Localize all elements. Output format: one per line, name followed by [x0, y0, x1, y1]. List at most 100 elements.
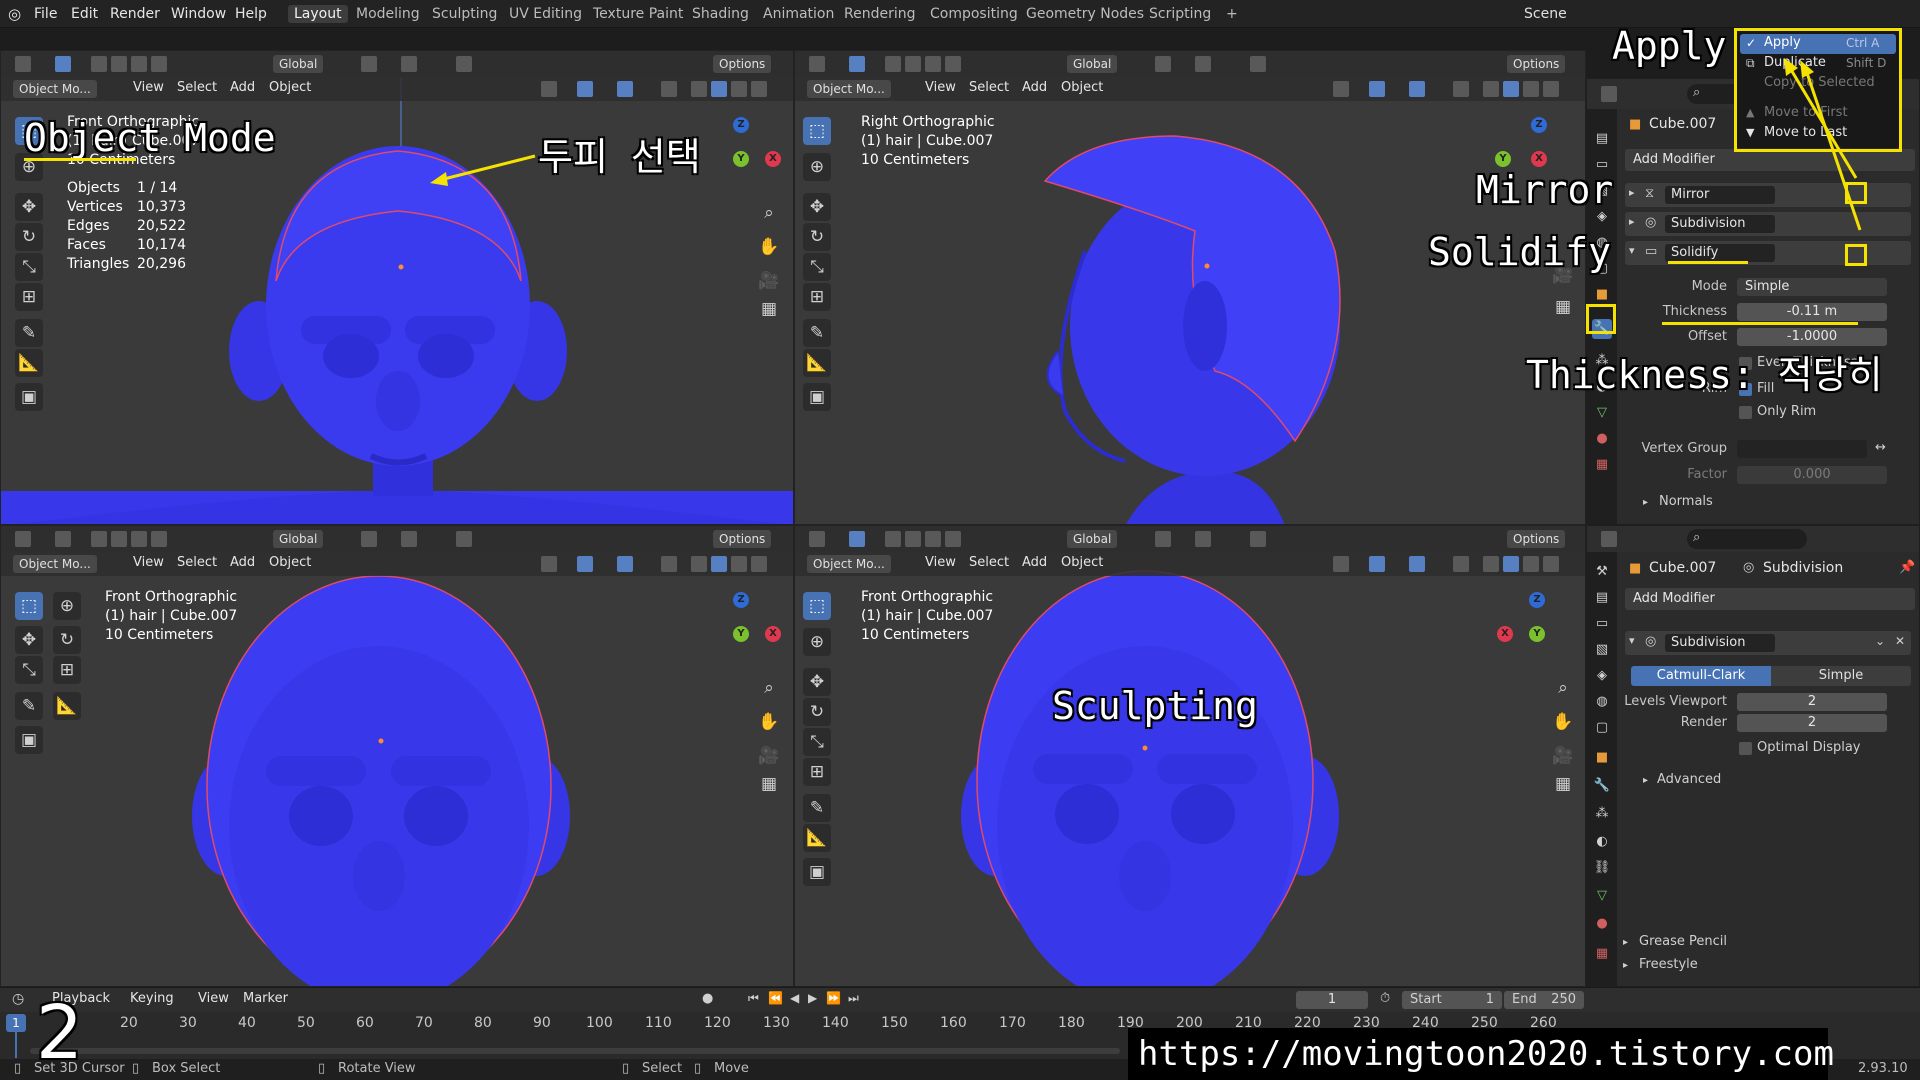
tab-render-icon[interactable]: ▤: [1592, 588, 1612, 608]
tool-transform[interactable]: ⊞: [803, 283, 831, 311]
tool-add-cube[interactable]: ▣: [803, 858, 831, 886]
box-mode-icon[interactable]: [111, 531, 127, 547]
xray-icon[interactable]: [661, 556, 677, 572]
xray-icon[interactable]: [661, 81, 677, 97]
grease-pencil-panel[interactable]: Grease Pencil: [1639, 934, 1727, 949]
viewport-top-right[interactable]: Global Options Object Mo... View Select …: [794, 50, 1586, 525]
grid-icon[interactable]: ▦: [1551, 295, 1575, 319]
tab-render-icon[interactable]: ▤: [1592, 129, 1612, 149]
box-mode-icon[interactable]: [131, 56, 147, 72]
expand-arrow-icon[interactable]: ▸: [1643, 497, 1648, 508]
mode-dropdown[interactable]: Object Mo...: [13, 555, 97, 573]
start-frame-field[interactable]: Start 1: [1402, 991, 1502, 1009]
mode-dropdown[interactable]: Object Mo...: [807, 555, 891, 573]
factor-field[interactable]: 0.000: [1737, 466, 1887, 484]
options-dropdown[interactable]: Options: [713, 530, 772, 548]
current-frame-field[interactable]: 1: [1296, 991, 1368, 1009]
menu-add[interactable]: Add: [1022, 80, 1047, 95]
grid-icon[interactable]: ▦: [1551, 772, 1575, 796]
editor-type-icon[interactable]: [15, 56, 31, 72]
freestyle-panel[interactable]: Freestyle: [1639, 957, 1698, 972]
proportional-icon[interactable]: [456, 56, 472, 72]
tool-rotate[interactable]: ↻: [53, 626, 81, 654]
only-rim-checkbox[interactable]: [1739, 406, 1752, 419]
tool-add-cube[interactable]: ▣: [15, 726, 43, 754]
select-mode-icon[interactable]: [849, 531, 865, 547]
pivot-icon[interactable]: [361, 56, 377, 72]
proportional-icon[interactable]: [1250, 56, 1266, 72]
tool-add-cube[interactable]: ▣: [15, 383, 43, 411]
box-mode-icon[interactable]: [905, 531, 921, 547]
catmull-clark-button[interactable]: Catmull-Clark: [1631, 666, 1771, 686]
tool-measure[interactable]: 📐: [53, 692, 81, 720]
tab-rendering[interactable]: Rendering: [838, 5, 922, 23]
mode-dropdown[interactable]: Object Mo...: [13, 80, 97, 98]
simple-button[interactable]: Simple: [1771, 666, 1911, 686]
shading-wire-icon[interactable]: [691, 81, 707, 97]
gizmo-y-axis[interactable]: Y: [1495, 151, 1511, 167]
thickness-field[interactable]: -0.11 m: [1737, 303, 1887, 321]
advanced-subpanel[interactable]: Advanced: [1657, 772, 1721, 787]
stopwatch-icon[interactable]: ⏱: [1380, 991, 1390, 1006]
box-mode-icon[interactable]: [131, 531, 147, 547]
box-mode-icon[interactable]: [905, 56, 921, 72]
xray-icon[interactable]: [1453, 81, 1469, 97]
tool-scale[interactable]: ⤡: [803, 253, 831, 281]
tab-modeling[interactable]: Modeling: [350, 5, 426, 23]
vertex-group-field[interactable]: [1737, 440, 1867, 458]
gizmo-y-axis[interactable]: Y: [1529, 626, 1545, 642]
tool-measure[interactable]: 📐: [803, 349, 831, 377]
tool-annotate[interactable]: ✎: [15, 692, 43, 720]
tab-texture-icon[interactable]: ▦: [1592, 455, 1612, 475]
invert-arrows-icon[interactable]: ↔: [1875, 440, 1886, 455]
visibility-icon[interactable]: [1333, 556, 1349, 572]
timeline-scrollbar[interactable]: [30, 1048, 1120, 1054]
properties-search[interactable]: ⌕: [1687, 529, 1807, 549]
shading-wire-icon[interactable]: [1483, 81, 1499, 97]
playhead[interactable]: 1: [6, 1014, 26, 1032]
tab-collection-icon[interactable]: ▢: [1592, 718, 1612, 738]
tab-scene-icon[interactable]: ◈: [1592, 666, 1612, 686]
jump-start-icon[interactable]: ⏮: [748, 991, 759, 1006]
viewport-bottom-left[interactable]: Global Options Object Mo... View Select …: [0, 525, 794, 987]
tool-annotate[interactable]: ✎: [803, 794, 831, 822]
gizmo-x-axis[interactable]: X: [1531, 151, 1547, 167]
select-mode-icon[interactable]: [55, 56, 71, 72]
menu-view[interactable]: View: [925, 80, 956, 95]
modifier-name-field[interactable]: Mirror: [1665, 186, 1775, 204]
optimal-display-checkbox[interactable]: [1739, 742, 1752, 755]
modifier-name-field[interactable]: Subdivision: [1665, 634, 1775, 652]
shading-rendered-icon[interactable]: [751, 556, 767, 572]
tab-data-icon[interactable]: ▽: [1592, 886, 1612, 906]
editor-type-icon[interactable]: [809, 531, 825, 547]
menu-help[interactable]: Help: [235, 6, 267, 22]
options-dropdown[interactable]: Options: [1507, 55, 1566, 73]
tab-modifier-wrench-icon[interactable]: 🔧: [1592, 776, 1612, 796]
shading-rendered-icon[interactable]: [1543, 556, 1559, 572]
menu-window[interactable]: Window: [171, 6, 226, 22]
tool-measure[interactable]: 📐: [803, 824, 831, 852]
end-frame-field[interactable]: End 250: [1504, 991, 1584, 1009]
tool-move[interactable]: ✥: [15, 193, 43, 221]
tool-transform[interactable]: ⊞: [803, 758, 831, 786]
pan-hand-icon[interactable]: ✋: [1551, 710, 1575, 734]
tab-particles-icon[interactable]: ⁂: [1592, 804, 1612, 824]
tool-cursor[interactable]: ⊕: [53, 592, 81, 620]
tool-rotate[interactable]: ↻: [803, 698, 831, 726]
tool-move[interactable]: ✥: [803, 668, 831, 696]
tab-texture-paint[interactable]: Texture Paint: [587, 5, 689, 23]
modifier-menu-chevron-icon[interactable]: ⌄: [1875, 634, 1885, 648]
tool-select-box[interactable]: ⬚: [803, 117, 831, 145]
gizmo-y-axis[interactable]: Y: [733, 151, 749, 167]
tab-constraints-icon[interactable]: ⛓: [1592, 858, 1612, 878]
tab-shading[interactable]: Shading: [686, 5, 755, 23]
tab-scripting[interactable]: Scripting: [1143, 5, 1217, 23]
tab-animation[interactable]: Animation: [757, 5, 840, 23]
viewport-bottom-right[interactable]: Global Options Object Mo... View Select …: [794, 525, 1586, 987]
zoom-icon[interactable]: ⌕: [1551, 676, 1575, 700]
overlay-toggle-icon[interactable]: [1409, 556, 1425, 572]
menu-add[interactable]: Add: [230, 80, 255, 95]
gizmo-z-axis[interactable]: Z: [1531, 117, 1547, 133]
tab-material-icon[interactable]: ●: [1592, 914, 1612, 934]
box-mode-icon[interactable]: [945, 531, 961, 547]
